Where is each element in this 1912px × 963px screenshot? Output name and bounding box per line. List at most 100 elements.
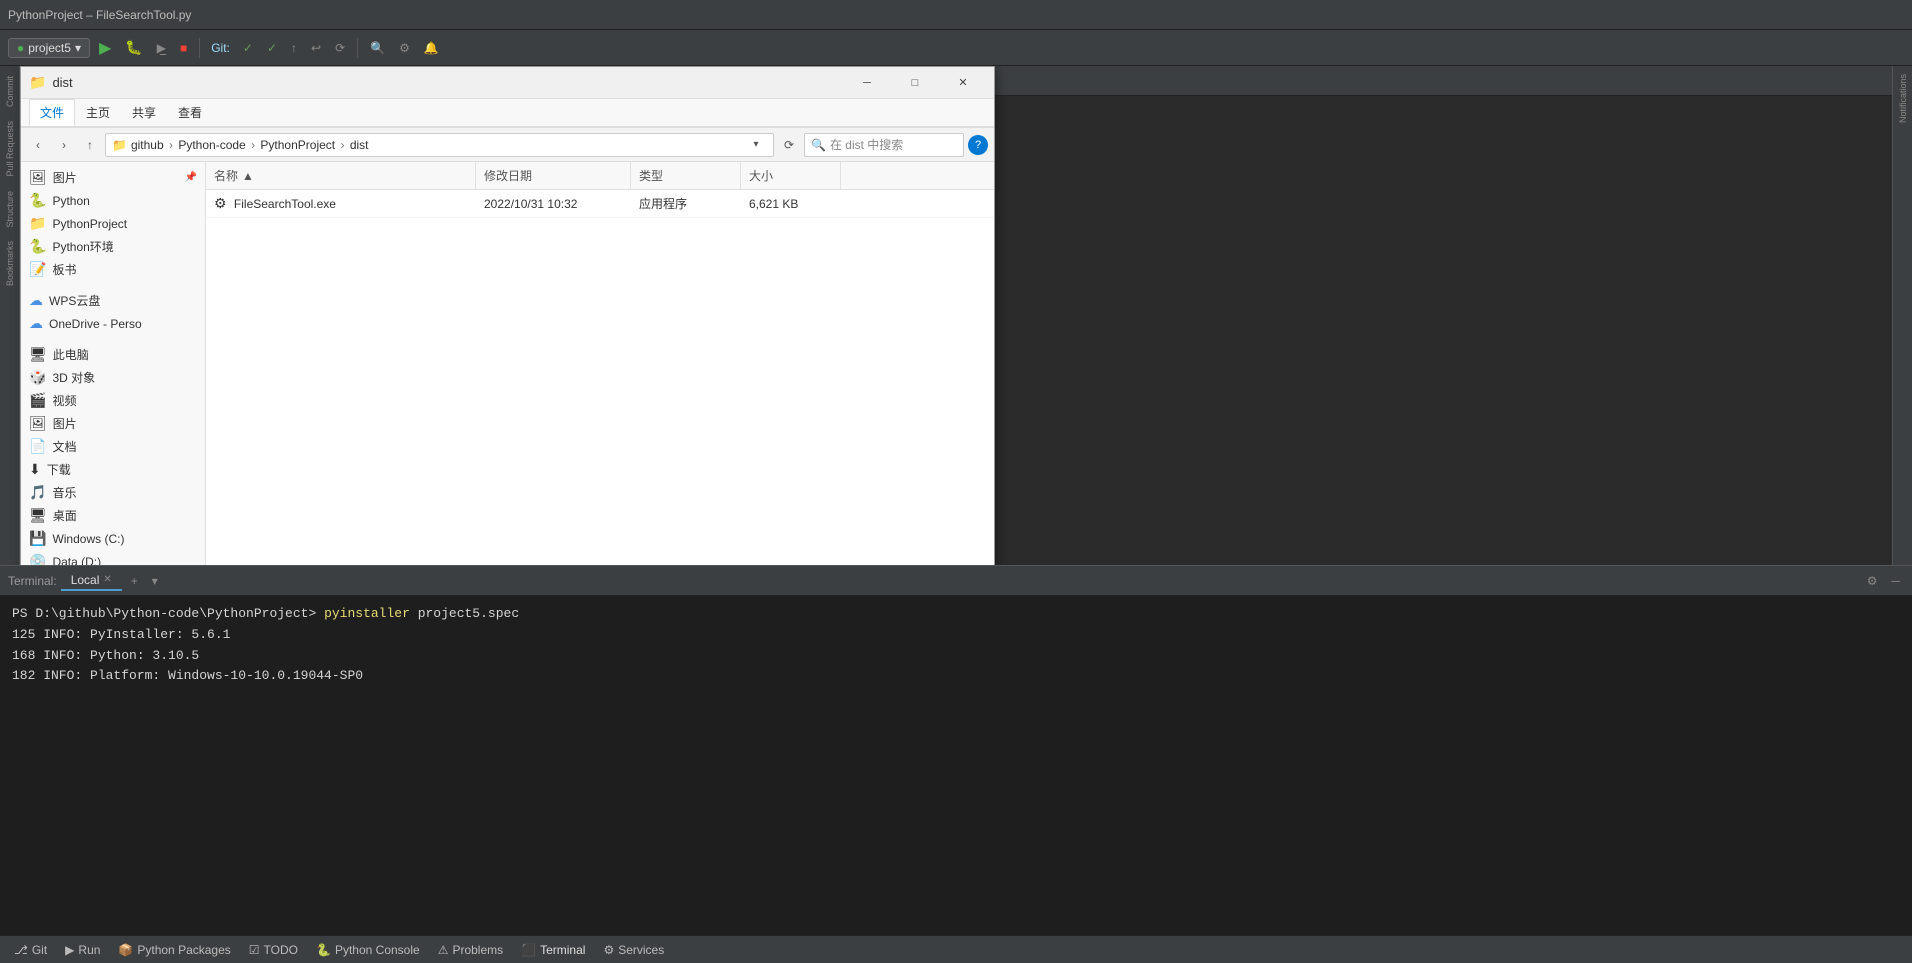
- nav-icon-pythonproject: 📁: [29, 215, 46, 232]
- col-header-date[interactable]: 修改日期: [476, 162, 631, 189]
- ide-run-config[interactable]: ● project5 ▾: [8, 38, 90, 58]
- nav-item-onedrive[interactable]: ☁ OneDrive - Perso: [21, 312, 205, 335]
- nav-item-data-d[interactable]: 💿 Data (D:): [21, 550, 205, 565]
- terminal-settings-btn[interactable]: ⚙: [1863, 572, 1882, 590]
- debug-button[interactable]: 🐛: [120, 36, 147, 59]
- terminal-minimize-btn[interactable]: ─: [1887, 572, 1904, 590]
- run-status-icon: ▶: [65, 943, 74, 957]
- terminal-tab-local[interactable]: Local ✕: [61, 571, 122, 591]
- col-header-type[interactable]: 类型: [631, 162, 741, 189]
- maximize-button[interactable]: □: [892, 69, 938, 97]
- nav-item-desktop[interactable]: 🖥 桌面: [21, 504, 205, 527]
- nav-label-pythonproject: PythonProject: [52, 217, 127, 231]
- refresh-button[interactable]: ⟳: [778, 134, 800, 156]
- status-python-packages[interactable]: 📦 Python Packages: [110, 941, 238, 959]
- git-pull-btn[interactable]: ↩: [306, 38, 326, 58]
- nav-item-pythonproject[interactable]: 📁 PythonProject: [21, 212, 205, 235]
- ide-toolbar: ● project5 ▾ ▶ 🐛 ▶̲ ■ Git: ✓ ✓ ↑ ↩ ⟳ 🔍 ⚙…: [0, 30, 1912, 66]
- search-box[interactable]: 🔍 在 dist 中搜索: [804, 133, 964, 157]
- col-header-name[interactable]: 名称 ▲: [206, 162, 476, 189]
- ribbon-tab-share[interactable]: 共享: [121, 99, 167, 126]
- status-todo[interactable]: ☑ TODO: [241, 941, 306, 959]
- services-status-icon: ⚙: [603, 943, 614, 957]
- terminal-command-arg: project5.spec: [418, 606, 519, 621]
- help-button[interactable]: ?: [968, 135, 988, 155]
- sidebar-structure[interactable]: Structure: [3, 185, 17, 234]
- status-terminal[interactable]: ⬛ Terminal: [513, 941, 593, 959]
- address-box[interactable]: 📁 github › Python-code › PythonProject ›…: [105, 133, 774, 157]
- stop-button[interactable]: ■: [175, 38, 192, 58]
- nav-item-windows-c[interactable]: 💾 Windows (C:): [21, 527, 205, 550]
- ribbon-tabs: 文件 主页 共享 查看: [21, 99, 994, 127]
- update-btn[interactable]: 🔔: [419, 38, 444, 58]
- status-problems-label: Problems: [452, 943, 503, 957]
- nav-icon-pictures: 🖼: [29, 169, 47, 186]
- git-history-btn[interactable]: ⟳: [330, 38, 350, 58]
- status-problems[interactable]: ⚠ Problems: [430, 941, 511, 959]
- nav-label-3d: 3D 对象: [52, 369, 95, 386]
- terminal-add-btn[interactable]: +: [126, 571, 143, 591]
- address-bar-row: ‹ › ↑ 📁 github › Python-code › PythonPro…: [21, 128, 994, 162]
- file-size-cell: 6,621 KB: [741, 197, 841, 211]
- nav-item-3d[interactable]: 🎲 3D 对象: [21, 366, 205, 389]
- search-btn[interactable]: 🔍: [365, 38, 390, 58]
- terminal-status-icon: ⬛: [521, 943, 536, 957]
- status-git[interactable]: ⎇ Git: [6, 941, 55, 959]
- ribbon-tab-view[interactable]: 查看: [167, 99, 213, 126]
- address-dropdown-btn[interactable]: ▾: [745, 134, 767, 156]
- nav-item-pictures-pinned[interactable]: 🖼 图片 📌: [21, 166, 205, 189]
- sidebar-bookmarks[interactable]: Bookmarks: [3, 235, 17, 292]
- ide-project-name: PythonProject – FileSearchTool.py: [8, 8, 191, 22]
- ribbon-tab-home[interactable]: 主页: [75, 99, 121, 126]
- git-check-btn[interactable]: ✓: [262, 38, 282, 58]
- back-button[interactable]: ‹: [27, 134, 49, 156]
- nav-label-windows-c: Windows (C:): [52, 532, 124, 546]
- path-part-python-code: Python-code: [178, 138, 245, 152]
- nav-item-board[interactable]: 📝 板书: [21, 258, 205, 281]
- terminal-toolbar-right: ⚙ ─: [1863, 572, 1904, 590]
- minimize-button[interactable]: ─: [844, 69, 890, 97]
- nav-item-python-env[interactable]: 🐍 Python环境: [21, 235, 205, 258]
- nav-item-docs[interactable]: 📄 文档: [21, 435, 205, 458]
- git-commit-btn[interactable]: ✓: [238, 38, 258, 58]
- settings-btn[interactable]: ⚙: [394, 38, 415, 58]
- terminal-tab-local-close[interactable]: ✕: [103, 574, 111, 585]
- terminal-dropdown-btn[interactable]: ▾: [147, 571, 163, 591]
- sidebar-pull-requests[interactable]: Pull Requests: [3, 115, 17, 183]
- nav-item-python[interactable]: 🐍 Python: [21, 189, 205, 212]
- nav-item-music[interactable]: 🎵 音乐: [21, 481, 205, 504]
- col-header-size[interactable]: 大小: [741, 162, 841, 189]
- ribbon-tab-file[interactable]: 文件: [29, 99, 75, 126]
- status-python-console[interactable]: 🐍 Python Console: [308, 941, 428, 959]
- run-config-icon: ●: [17, 41, 24, 55]
- window-titlebar: 📁 dist ─ □ ✕: [21, 67, 994, 99]
- notifications-item[interactable]: Notifications: [1896, 70, 1910, 127]
- git-status-icon: ⎇: [14, 943, 28, 957]
- problems-status-icon: ⚠: [438, 943, 449, 957]
- nav-item-thispc[interactable]: 🖥 此电脑: [21, 343, 205, 366]
- nav-item-wps[interactable]: ☁ WPS云盘: [21, 289, 205, 312]
- run-button[interactable]: ▶: [94, 35, 116, 61]
- git-push-btn[interactable]: ↑: [286, 38, 302, 58]
- nav-item-video[interactable]: 🎬 视频: [21, 389, 205, 412]
- nav-item-pictures2[interactable]: 🖼 图片: [21, 412, 205, 435]
- nav-icon-downloads: ⬇: [29, 461, 41, 478]
- path-separator-2: ›: [251, 138, 255, 152]
- nav-icon-video: 🎬: [29, 392, 46, 409]
- coverage-button[interactable]: ▶̲: [152, 38, 171, 58]
- nav-item-downloads[interactable]: ⬇ 下载: [21, 458, 205, 481]
- up-button[interactable]: ↑: [79, 134, 101, 156]
- bottom-area: Terminal: Local ✕ + ▾ ⚙ ─ PS D:\github\P…: [0, 565, 1912, 935]
- toolbar-separator-1: [199, 38, 200, 58]
- close-button[interactable]: ✕: [940, 69, 986, 97]
- terminal-tabs-bar: Terminal: Local ✕ + ▾ ⚙ ─: [0, 566, 1912, 596]
- path-part-github: github: [131, 138, 164, 152]
- forward-button[interactable]: ›: [53, 134, 75, 156]
- address-path: github › Python-code › PythonProject › d…: [131, 138, 741, 152]
- file-row-filesearchtool[interactable]: ⚙ FileSearchTool.exe 2022/10/31 10:32 应用…: [206, 190, 994, 218]
- nav-spacer-2: [21, 335, 205, 343]
- status-bar: ⎇ Git ▶ Run 📦 Python Packages ☑ TODO 🐍 P…: [0, 935, 1912, 963]
- status-run[interactable]: ▶ Run: [57, 941, 108, 959]
- status-services[interactable]: ⚙ Services: [595, 941, 672, 959]
- sidebar-commit[interactable]: Commit: [3, 70, 17, 113]
